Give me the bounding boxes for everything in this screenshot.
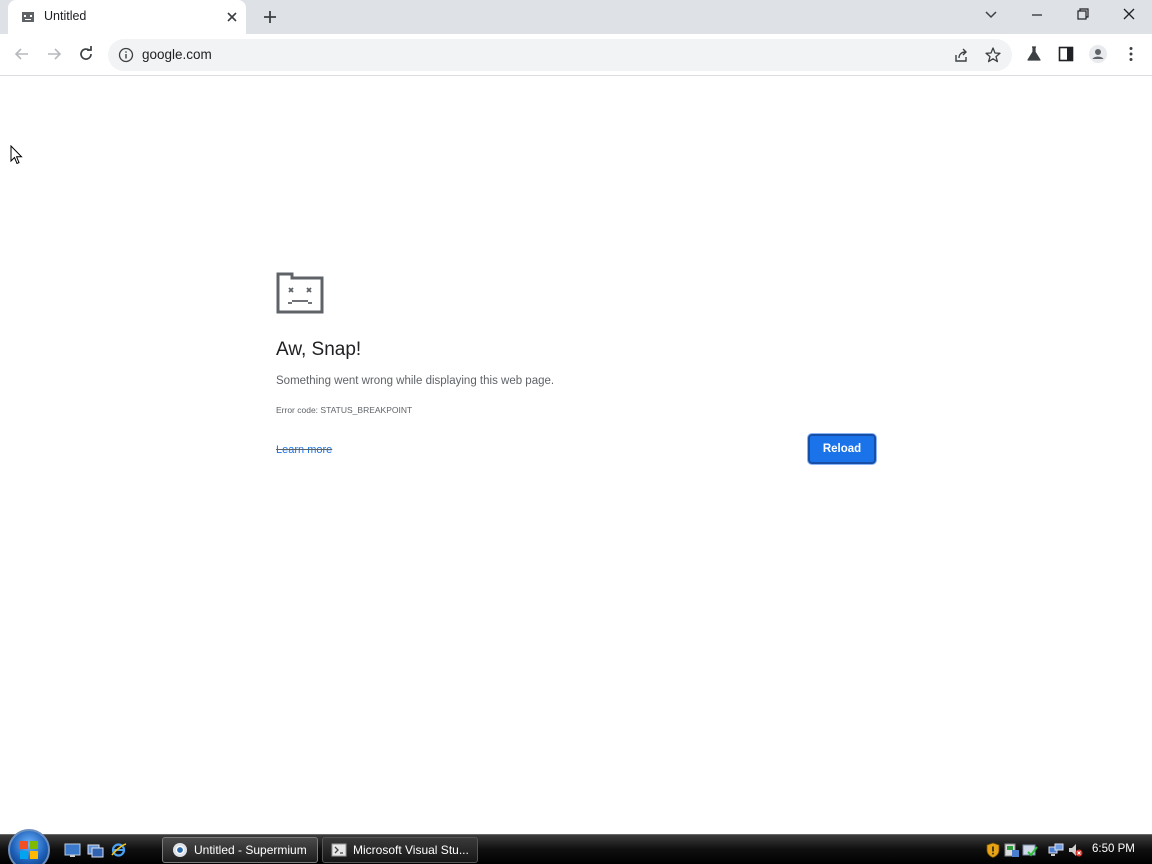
internet-explorer-icon[interactable] bbox=[110, 842, 127, 858]
close-tab-icon[interactable] bbox=[224, 9, 240, 25]
tab-untitled[interactable]: Untitled bbox=[8, 0, 246, 34]
security-shield-icon[interactable] bbox=[985, 842, 1001, 858]
taskbar: Untitled - Supermium Microsoft Visual St… bbox=[0, 829, 1152, 864]
supermium-icon bbox=[172, 842, 188, 858]
labs-flask-icon[interactable] bbox=[1024, 44, 1044, 64]
system-clock[interactable]: 6:50 PM bbox=[1092, 843, 1135, 855]
bookmark-star-icon[interactable] bbox=[984, 46, 1002, 64]
screen: Untitled google.com Aw, Snap! Something … bbox=[0, 0, 1152, 864]
tray-app-icon[interactable] bbox=[1004, 842, 1020, 858]
error-title: Aw, Snap! bbox=[276, 339, 362, 360]
tab-title: Untitled bbox=[44, 9, 87, 23]
browser-toolbar: google.com bbox=[0, 34, 1152, 76]
windows-logo-icon bbox=[20, 841, 38, 859]
error-message: Something went wrong while displaying th… bbox=[276, 375, 555, 387]
url-text[interactable]: google.com bbox=[142, 47, 212, 62]
network-icon[interactable] bbox=[1048, 842, 1064, 858]
back-arrow-icon[interactable] bbox=[12, 44, 32, 64]
new-tab-icon[interactable] bbox=[261, 8, 279, 26]
info-icon[interactable] bbox=[118, 47, 134, 63]
restore-icon[interactable] bbox=[1071, 5, 1095, 25]
share-icon[interactable] bbox=[952, 46, 970, 64]
address-bar[interactable]: google.com bbox=[108, 39, 1012, 71]
sad-tab-icon bbox=[276, 272, 324, 314]
sad-tab-favicon-icon bbox=[21, 10, 35, 24]
mouse-cursor-icon bbox=[10, 144, 24, 165]
visual-studio-icon bbox=[331, 842, 347, 858]
menu-kebab-icon[interactable] bbox=[1121, 44, 1141, 64]
volume-muted-icon[interactable] bbox=[1067, 842, 1083, 858]
profile-avatar-icon[interactable] bbox=[1088, 44, 1108, 64]
reload-button[interactable]: Reload bbox=[808, 434, 876, 464]
show-desktop-icon[interactable] bbox=[64, 842, 81, 858]
side-panel-icon[interactable] bbox=[1056, 44, 1076, 64]
error-code: Error code: STATUS_BREAKPOINT bbox=[276, 405, 413, 415]
tray-check-icon[interactable] bbox=[1022, 842, 1038, 858]
taskbar-button-visual-studio[interactable]: Microsoft Visual Stu... bbox=[322, 837, 478, 863]
forward-arrow-icon[interactable] bbox=[44, 44, 64, 64]
taskbar-button-label: Microsoft Visual Stu... bbox=[353, 843, 469, 857]
minimize-icon[interactable] bbox=[1025, 5, 1049, 25]
switch-windows-icon[interactable] bbox=[87, 842, 104, 858]
page-content: Aw, Snap! Something went wrong while dis… bbox=[0, 77, 1152, 834]
reload-icon[interactable] bbox=[76, 44, 96, 64]
taskbar-button-supermium[interactable]: Untitled - Supermium bbox=[162, 837, 318, 863]
tab-strip: Untitled bbox=[0, 0, 1152, 34]
start-button[interactable] bbox=[8, 829, 50, 864]
taskbar-button-label: Untitled - Supermium bbox=[194, 843, 307, 857]
close-window-icon[interactable] bbox=[1117, 5, 1141, 25]
learn-more-link[interactable]: Learn more bbox=[276, 444, 332, 456]
tab-search-chevron-down-icon[interactable] bbox=[979, 5, 1003, 25]
